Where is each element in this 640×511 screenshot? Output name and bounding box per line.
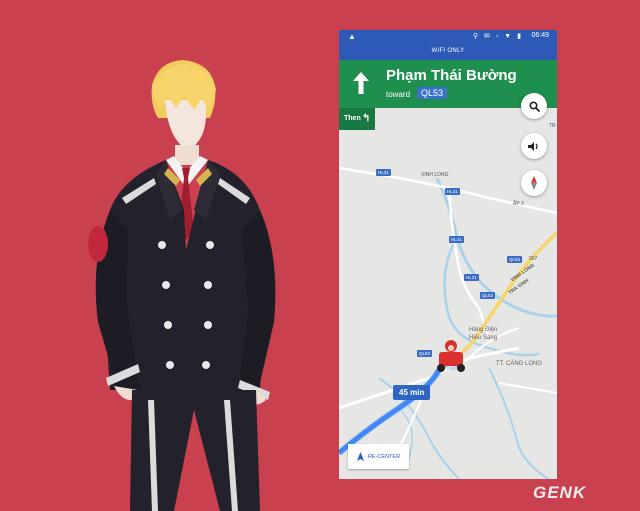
map-label-shop-line1: Hàng Điện: [469, 327, 498, 333]
route-shield: HL31: [449, 236, 464, 243]
status-bar: ▲ ⚲ ✉ ◦ ▼ ▮ 06:49: [339, 30, 557, 43]
toward-label: toward: [386, 90, 411, 99]
map-label-road-907: 907: [529, 256, 538, 262]
map-label-shop-line2: Hiếu Sáng: [469, 335, 498, 341]
turn-left-icon: ↰: [362, 113, 371, 124]
character-illustration: [88, 60, 276, 511]
route-badge: QL53: [417, 87, 448, 99]
navigation-arrow-icon: [356, 452, 364, 461]
recenter-label: RE-CENTER: [367, 453, 401, 460]
status-icons: ⚲ ✉ ◦ ▼ ▮: [472, 33, 523, 40]
route-shield: HL31: [464, 274, 479, 281]
route-shield: HL31: [445, 188, 460, 195]
then-turn-indicator: Then ↰: [339, 108, 375, 130]
route-shield: QL53: [480, 292, 496, 299]
then-label: Then: [344, 115, 361, 122]
phone-screen: VINH LONG ẤP 3 TR 907 VINH LONG TRA VINH…: [339, 30, 557, 479]
route-shield: QL53: [417, 350, 433, 357]
wifi-only-banner: WIFI ONLY: [339, 43, 557, 60]
map-view[interactable]: [339, 108, 557, 479]
straight-arrow-icon: [353, 72, 369, 94]
compass-button[interactable]: [521, 170, 547, 196]
screen: VINH LONG ẤP 3 TR 907 VINH LONG TRA VINH…: [0, 0, 640, 511]
map-label-ap3: ẤP 3: [513, 201, 524, 207]
map-label-vinh-long: VINH LONG: [421, 172, 449, 178]
map-label-tt-cang-long: TT. CÀNG LONG: [496, 361, 543, 367]
street-name: Phạm Thái Bường: [386, 67, 517, 84]
genk-watermark-logo: GENK: [533, 483, 587, 502]
search-button[interactable]: [521, 93, 547, 119]
eta-chip[interactable]: 45 min: [393, 385, 431, 400]
route-shield: HL31: [376, 169, 391, 176]
route-shield: QL53: [507, 256, 523, 263]
navigation-arrow-icon: ▲: [348, 32, 356, 41]
volume-icon: [528, 141, 538, 151]
sound-button[interactable]: [521, 133, 547, 159]
search-icon: [528, 100, 540, 112]
status-time: 06:49: [531, 32, 549, 39]
recenter-button[interactable]: RE-CENTER: [348, 444, 409, 469]
compass-icon: [531, 176, 537, 190]
map-label-tr: TR: [549, 123, 556, 129]
